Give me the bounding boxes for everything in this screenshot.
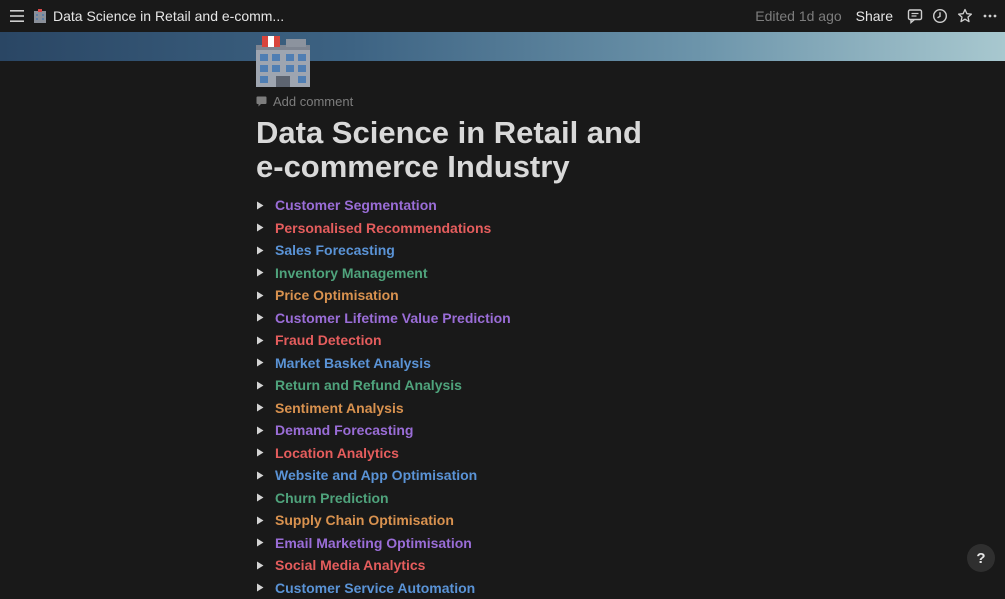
toggle-block: Location Analytics — [256, 442, 511, 465]
toggle-arrow-button[interactable] — [256, 583, 275, 592]
triangle-right-icon — [256, 471, 264, 480]
toggle-label[interactable]: Customer Lifetime Value Prediction — [275, 310, 511, 326]
page-cover[interactable] — [0, 32, 1005, 61]
toggle-label[interactable]: Personalised Recommendations — [275, 220, 491, 236]
page-title[interactable]: Data Science in Retail and e-commerce In… — [256, 116, 676, 184]
toggle-block: Demand Forecasting — [256, 419, 511, 442]
triangle-right-icon — [256, 223, 264, 232]
topbar-actions: Edited 1d ago Share — [755, 0, 1005, 32]
add-comment-button[interactable]: Add comment — [256, 94, 353, 109]
toggle-block: Sales Forecasting — [256, 239, 511, 262]
toggle-label[interactable]: Return and Refund Analysis — [275, 377, 462, 393]
toggle-block: Customer Segmentation — [256, 194, 511, 217]
breadcrumb[interactable]: Data Science in Retail and e-comm... — [33, 8, 284, 24]
triangle-right-icon — [256, 313, 264, 322]
toggle-block: Return and Refund Analysis — [256, 374, 511, 397]
triangle-right-icon — [256, 561, 264, 570]
office-building-icon — [33, 9, 47, 23]
toggle-arrow-button[interactable] — [256, 268, 275, 277]
triangle-right-icon — [256, 358, 264, 367]
toggle-label[interactable]: Market Basket Analysis — [275, 355, 431, 371]
triangle-right-icon — [256, 426, 264, 435]
more-options-button[interactable] — [978, 4, 1002, 28]
toggle-label[interactable]: Inventory Management — [275, 265, 427, 281]
toggle-arrow-button[interactable] — [256, 381, 275, 390]
toggle-label[interactable]: Fraud Detection — [275, 332, 382, 348]
comment-icon — [907, 8, 923, 24]
toggle-block: Fraud Detection — [256, 329, 511, 352]
sidebar-menu-button[interactable] — [1, 0, 33, 32]
toggle-label[interactable]: Sentiment Analysis — [275, 400, 404, 416]
toggle-block: Price Optimisation — [256, 284, 511, 307]
toggle-block: Customer Lifetime Value Prediction — [256, 307, 511, 330]
toggle-arrow-button[interactable] — [256, 426, 275, 435]
triangle-right-icon — [256, 268, 264, 277]
triangle-right-icon — [256, 201, 264, 210]
triangle-right-icon — [256, 583, 264, 592]
toggle-block: Inventory Management — [256, 262, 511, 285]
toggle-block: Market Basket Analysis — [256, 352, 511, 375]
toggle-label[interactable]: Social Media Analytics — [275, 557, 425, 573]
toggle-block: Personalised Recommendations — [256, 217, 511, 240]
add-comment-label: Add comment — [273, 94, 353, 109]
triangle-right-icon — [256, 336, 264, 345]
triangle-right-icon — [256, 516, 264, 525]
toggle-label[interactable]: Customer Service Automation — [275, 580, 475, 596]
star-icon — [957, 8, 973, 24]
toggle-arrow-button[interactable] — [256, 538, 275, 547]
toggle-arrow-button[interactable] — [256, 471, 275, 480]
toggle-arrow-button[interactable] — [256, 291, 275, 300]
triangle-right-icon — [256, 246, 264, 255]
triangle-right-icon — [256, 403, 264, 412]
hamburger-icon — [10, 10, 24, 22]
toggle-arrow-button[interactable] — [256, 561, 275, 570]
clock-icon — [932, 8, 948, 24]
triangle-right-icon — [256, 448, 264, 457]
breadcrumb-page-title: Data Science in Retail and e-comm... — [53, 8, 284, 24]
triangle-right-icon — [256, 291, 264, 300]
toggle-block: Churn Prediction — [256, 487, 511, 510]
updates-button[interactable] — [928, 4, 952, 28]
page-icon[interactable] — [256, 33, 310, 87]
toggle-arrow-button[interactable] — [256, 223, 275, 232]
triangle-right-icon — [256, 493, 264, 502]
toggle-block: Website and App Optimisation — [256, 464, 511, 487]
toggle-arrow-button[interactable] — [256, 336, 275, 345]
toggle-arrow-button[interactable] — [256, 493, 275, 502]
triangle-right-icon — [256, 381, 264, 390]
toggle-label[interactable]: Sales Forecasting — [275, 242, 395, 258]
toggle-label[interactable]: Email Marketing Optimisation — [275, 535, 472, 551]
toggle-arrow-button[interactable] — [256, 246, 275, 255]
toggle-block: Customer Service Automation — [256, 577, 511, 599]
triangle-right-icon — [256, 538, 264, 547]
edited-timestamp: Edited 1d ago — [755, 8, 841, 24]
comment-icon — [256, 96, 267, 107]
toggle-arrow-button[interactable] — [256, 201, 275, 210]
comments-button[interactable] — [903, 4, 927, 28]
toggle-arrow-button[interactable] — [256, 448, 275, 457]
share-button[interactable]: Share — [856, 8, 893, 24]
toggle-label[interactable]: Customer Segmentation — [275, 197, 437, 213]
more-dots-icon — [982, 8, 998, 24]
toggle-arrow-button[interactable] — [256, 516, 275, 525]
help-button[interactable]: ? — [967, 544, 995, 572]
toggle-arrow-button[interactable] — [256, 358, 275, 367]
toggle-label[interactable]: Churn Prediction — [275, 490, 389, 506]
toggle-block: Email Marketing Optimisation — [256, 532, 511, 555]
top-bar: Data Science in Retail and e-comm... Edi… — [0, 0, 1005, 32]
toggle-arrow-button[interactable] — [256, 403, 275, 412]
toggle-list: Customer Segmentation Personalised Recomm… — [256, 194, 511, 599]
office-building-icon — [256, 33, 310, 87]
toggle-arrow-button[interactable] — [256, 313, 275, 322]
toggle-block: Supply Chain Optimisation — [256, 509, 511, 532]
toggle-label[interactable]: Location Analytics — [275, 445, 399, 461]
toggle-block: Sentiment Analysis — [256, 397, 511, 420]
toggle-label[interactable]: Website and App Optimisation — [275, 467, 477, 483]
favorite-button[interactable] — [953, 4, 977, 28]
toggle-label[interactable]: Supply Chain Optimisation — [275, 512, 454, 528]
toggle-block: Social Media Analytics — [256, 554, 511, 577]
toggle-label[interactable]: Demand Forecasting — [275, 422, 413, 438]
toggle-label[interactable]: Price Optimisation — [275, 287, 399, 303]
